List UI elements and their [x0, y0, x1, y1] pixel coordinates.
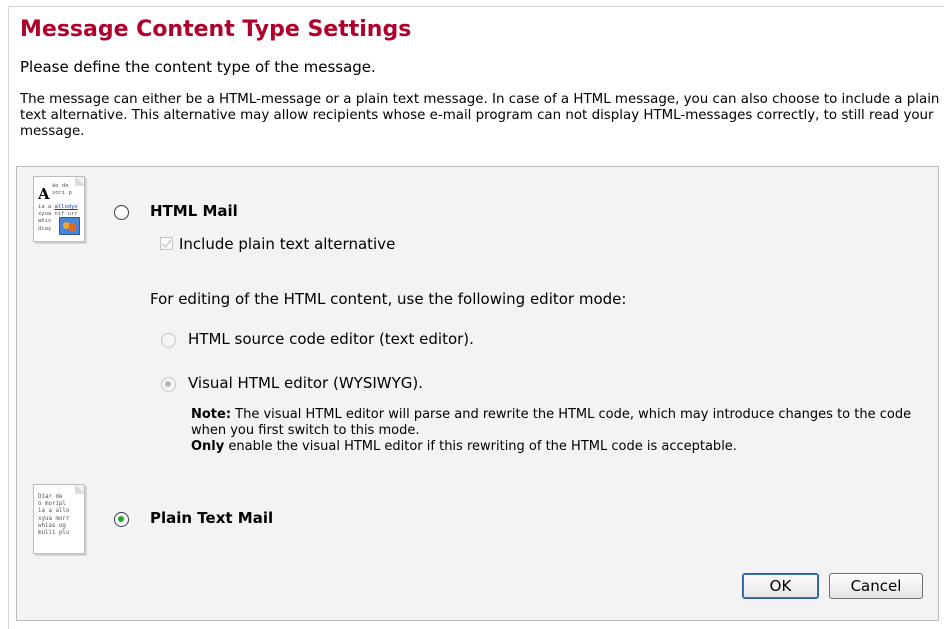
checkmark-icon	[161, 237, 172, 248]
image-thumbnail-icon	[59, 217, 80, 235]
frame-left-border	[8, 6, 9, 629]
html-document-icon: A ão de sori p ia a allodyo xyua nif urr…	[33, 176, 85, 242]
plain-text-mail-label[interactable]: Plain Text Mail	[150, 509, 273, 527]
page-description: The message can either be a HTML-message…	[20, 92, 940, 139]
visual-editor-radio[interactable]	[161, 377, 176, 392]
cancel-button[interactable]: Cancel	[829, 573, 923, 599]
source-editor-label[interactable]: HTML source code editor (text editor).	[188, 330, 474, 348]
plain-text-document-icon: Diar de o moripl ia a allo xyua morr whi…	[33, 484, 85, 554]
html-mail-label[interactable]: HTML Mail	[150, 202, 238, 220]
html-mail-radio[interactable]	[114, 205, 129, 220]
content-type-panel	[16, 166, 939, 621]
include-plain-text-checkbox[interactable]	[160, 237, 173, 250]
page-title: Message Content Type Settings	[20, 17, 412, 42]
page-subtitle: Please define the content type of the me…	[20, 58, 376, 76]
ok-button[interactable]: OK	[742, 573, 819, 599]
plain-text-mail-radio[interactable]	[114, 512, 129, 527]
visual-editor-label[interactable]: Visual HTML editor (WYSIWYG).	[188, 374, 423, 392]
visual-editor-note: Note: The visual HTML editor will parse …	[191, 407, 912, 454]
frame-top-border	[8, 6, 944, 7]
include-plain-text-label[interactable]: Include plain text alternative	[179, 235, 395, 253]
source-editor-radio[interactable]	[161, 333, 176, 348]
editor-mode-prompt: For editing of the HTML content, use the…	[150, 290, 627, 308]
